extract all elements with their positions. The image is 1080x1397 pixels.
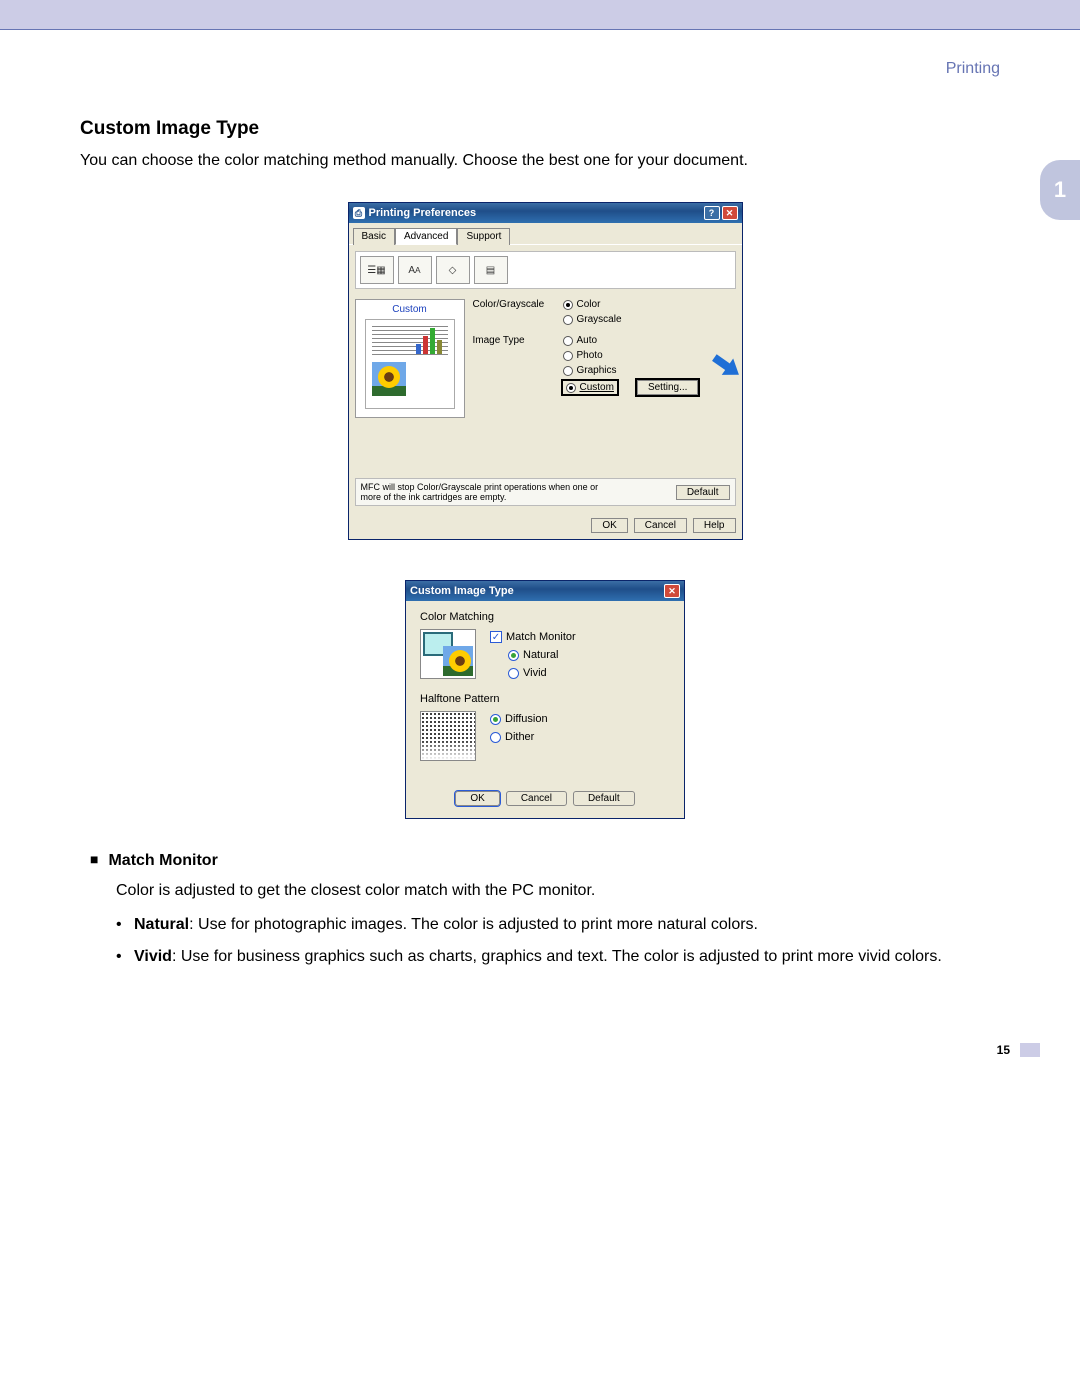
bullet-dot-icon: • xyxy=(116,913,126,937)
cancel-button[interactable]: Cancel xyxy=(506,791,567,806)
color-settings-icon[interactable]: ☰▦ xyxy=(360,256,394,284)
radio-vivid[interactable]: Vivid xyxy=(508,667,576,679)
bullet-dot-icon: • xyxy=(116,945,126,969)
halftone-label: Halftone Pattern xyxy=(420,693,670,705)
square-bullet-icon: ■ xyxy=(90,849,98,873)
image-type-label: Image Type xyxy=(473,335,563,395)
radio-grayscale[interactable]: Grayscale xyxy=(563,314,736,325)
halftone-preview-icon xyxy=(420,711,476,761)
radio-custom[interactable]: Custom xyxy=(563,381,617,394)
tab-support[interactable]: Support xyxy=(457,228,510,245)
cancel-button[interactable]: Cancel xyxy=(634,518,687,533)
printer-icon: ⎙ xyxy=(353,207,365,219)
preview-label: Custom xyxy=(360,304,460,315)
close-icon[interactable]: ✕ xyxy=(722,206,738,220)
radio-auto[interactable]: Auto xyxy=(563,335,736,346)
default-button[interactable]: Default xyxy=(676,485,730,500)
vivid-item: Vivid: Use for business graphics such as… xyxy=(134,945,942,969)
match-monitor-heading: Match Monitor xyxy=(108,849,217,873)
dialog1-title: Printing Preferences xyxy=(369,207,477,219)
help-icon[interactable]: ? xyxy=(704,206,720,220)
color-grayscale-label: Color/Grayscale xyxy=(473,299,563,325)
tab-strip: Basic Advanced Support xyxy=(349,223,742,245)
watermark-icon[interactable]: ◇ xyxy=(436,256,470,284)
cartridge-note: MFC will stop Color/Grayscale print oper… xyxy=(361,482,621,502)
dialog1-titlebar: ⎙ Printing Preferences ? ✕ xyxy=(349,203,742,223)
section-title: Custom Image Type xyxy=(80,118,1010,140)
default-button[interactable]: Default xyxy=(573,791,635,806)
radio-color[interactable]: Color xyxy=(563,299,736,310)
sunflower-icon xyxy=(372,362,406,396)
color-matching-label: Color Matching xyxy=(420,611,670,623)
close-icon[interactable]: ✕ xyxy=(664,584,680,598)
running-header: Printing xyxy=(80,60,1000,78)
custom-image-type-dialog: Custom Image Type ✕ Color Matching ✓Matc… xyxy=(405,580,685,819)
ok-button[interactable]: OK xyxy=(591,518,627,533)
page-header-band xyxy=(0,0,1080,30)
monitor-preview-icon xyxy=(420,629,476,679)
preview-pane: Custom xyxy=(355,299,465,418)
radio-dither[interactable]: Dither xyxy=(490,731,548,743)
dialog2-title: Custom Image Type xyxy=(410,585,514,597)
advanced-toolbar: ☰▦ AA ◇ ▤ xyxy=(355,251,736,289)
help-button[interactable]: Help xyxy=(693,518,736,533)
radio-diffusion[interactable]: Diffusion xyxy=(490,713,548,725)
setting-button[interactable]: Setting... xyxy=(637,380,698,395)
checkbox-match-monitor[interactable]: ✓Match Monitor xyxy=(490,631,576,643)
device-options-icon[interactable]: ▤ xyxy=(474,256,508,284)
match-monitor-desc: Color is adjusted to get the closest col… xyxy=(116,879,1010,903)
tab-basic[interactable]: Basic xyxy=(353,228,395,245)
natural-item: Natural: Use for photographic images. Th… xyxy=(134,913,758,937)
radio-natural[interactable]: Natural xyxy=(508,649,576,661)
tab-advanced[interactable]: Advanced xyxy=(395,228,457,245)
ok-button[interactable]: OK xyxy=(455,791,499,806)
page-number: 15 xyxy=(997,1043,1010,1057)
printing-preferences-dialog: ⎙ Printing Preferences ? ✕ Basic Advance… xyxy=(348,202,743,540)
section-intro: You can choose the color matching method… xyxy=(80,150,1010,172)
chapter-tab: 1 xyxy=(1040,160,1080,220)
page-number-accent xyxy=(1020,1043,1040,1057)
font-scaling-icon[interactable]: AA xyxy=(398,256,432,284)
